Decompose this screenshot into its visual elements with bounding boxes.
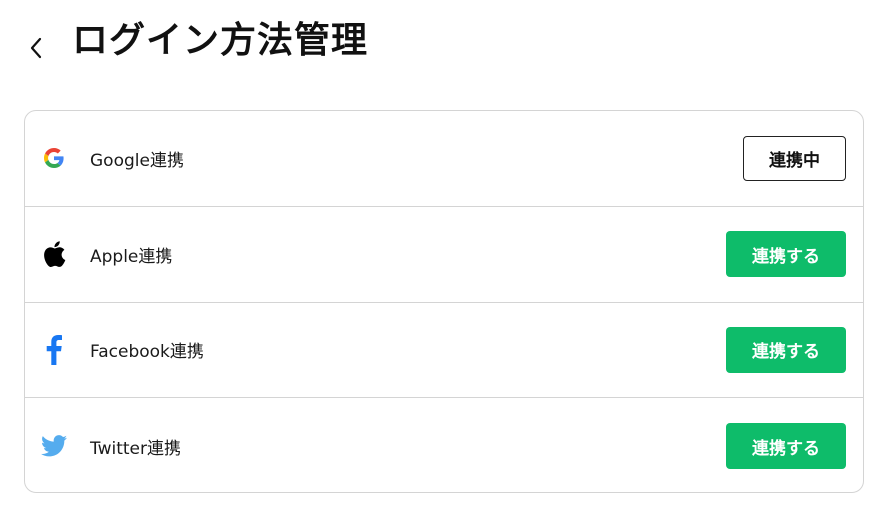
facebook-label: Facebook連携 [90,342,204,363]
list-item-apple: Apple連携 連携する [25,207,863,303]
login-methods-card: Google連携 連携中 Apple連携 連携する Facebook連携 連携す… [24,110,864,493]
facebook-link-button[interactable]: 連携する [726,326,846,373]
list-item-twitter: Twitter連携 連携する [25,398,863,492]
twitter-label: Twitter連携 [90,438,181,459]
page-header: ログイン方法管理 [0,0,891,90]
chevron-left-icon [30,37,42,59]
apple-label: Apple連携 [90,246,173,267]
twitter-link-button[interactable]: 連携する [726,423,846,470]
page-title: ログイン方法管理 [72,20,369,61]
back-button[interactable] [22,32,50,64]
list-item-facebook: Facebook連携 連携する [25,303,863,399]
google-linked-button[interactable]: 連携中 [743,135,846,181]
google-icon [41,145,67,171]
facebook-icon [41,334,67,365]
list-item-google: Google連携 連携中 [25,111,863,207]
apple-icon [41,241,67,268]
twitter-icon [41,433,67,459]
apple-link-button[interactable]: 連携する [726,231,846,278]
google-label: Google連携 [90,150,184,171]
